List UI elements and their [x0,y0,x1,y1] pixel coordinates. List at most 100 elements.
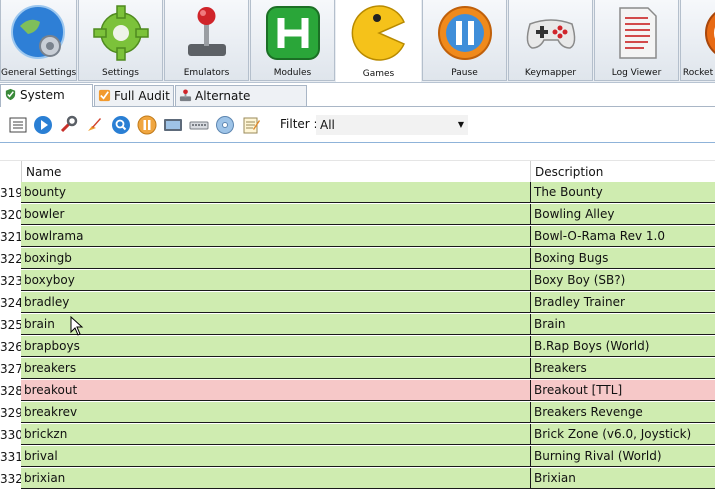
column-header-description[interactable]: Description [530,161,715,182]
tab-settings[interactable]: Settings [78,0,163,81]
tab-label: Rocket [682,68,714,78]
row-number: 327 [0,358,23,380]
row-number: 323 [0,270,23,292]
tab-label: Modules [273,68,312,78]
table-row[interactable]: 328 breakout Breakout [TTL] [0,380,715,402]
disc-icon[interactable] [215,115,235,135]
table-row[interactable]: 327 breakers Breakers [0,358,715,380]
cell-description[interactable]: Boxing Bugs [530,248,715,269]
table-row[interactable]: 331 brival Burning Rival (World) [0,446,715,468]
cell-name[interactable]: breakrev [21,402,530,423]
cell-description[interactable]: Burning Rival (World) [530,446,715,467]
cell-description[interactable]: Brick Zone (v6.0, Joystick) [530,424,715,445]
row-number: 326 [0,336,23,358]
h-module-icon [265,6,320,60]
pause-icon [437,6,492,60]
table-row[interactable]: 332 brixian Brixian [0,468,715,490]
notepad-icon[interactable] [241,115,261,135]
table-row[interactable]: 323 boxyboy Boxy Boy (SB?) [0,270,715,292]
cell-name[interactable]: brain [21,314,530,335]
cell-name[interactable]: boxingb [21,248,530,269]
table-row[interactable]: 321 bowlrama Bowl-O-Rama Rev 1.0 [0,226,715,248]
row-number: 330 [0,424,23,446]
wrench-icon[interactable] [58,115,78,135]
row-number: 328 [0,380,23,402]
cell-description[interactable]: The Bounty [530,182,715,203]
cell-name[interactable]: brickzn [21,424,530,445]
tab-label: Games [362,69,395,79]
spacer [0,143,715,160]
ribbon: General Settings Settings Emulators Modu… [0,0,715,83]
tab-modules[interactable]: Modules [250,0,335,81]
cell-name[interactable]: bounty [21,182,530,203]
chevron-down-icon: ▼ [457,120,464,129]
cell-description[interactable]: Boxy Boy (SB?) [530,270,715,291]
cell-name[interactable]: brival [21,446,530,467]
cell-description[interactable]: B.Rap Boys (World) [530,336,715,357]
tab-emulators[interactable]: Emulators [164,0,249,81]
table-row[interactable]: 326 brapboys B.Rap Boys (World) [0,336,715,358]
toolbar: Filter : All ▼ [0,107,715,143]
shield-check-icon [5,88,16,101]
table-row[interactable]: 330 brickzn Brick Zone (v6.0, Joystick) [0,424,715,446]
row-number: 319 [0,182,23,204]
table-row[interactable]: 319 bounty The Bounty [0,182,715,204]
cell-name[interactable]: boxyboy [21,270,530,291]
audit-icon [98,89,111,102]
tab-rocket-launcher[interactable]: Rocket [680,0,715,81]
cell-description[interactable]: Bowling Alley [530,204,715,225]
mouse-cursor-icon [70,316,84,336]
row-number: 321 [0,226,23,248]
tab-pause[interactable]: Pause [422,0,507,81]
tab-label: Full Audit [114,89,170,103]
cell-name[interactable]: brapboys [21,336,530,357]
cell-description[interactable]: Bowl-O-Rama Rev 1.0 [530,226,715,247]
table-row[interactable]: 322 boxingb Boxing Bugs [0,248,715,270]
tab-label: Pause [451,68,478,78]
cell-description[interactable]: Bradley Trainer [530,292,715,313]
play-icon[interactable] [33,115,53,135]
cell-name[interactable]: bradley [21,292,530,313]
column-header-name[interactable]: Name [21,161,530,182]
table-row[interactable]: 320 bowler Bowling Alley [0,204,715,226]
tab-alternate-emulators[interactable]: Alternate Emulators [175,85,307,123]
tab-keymapper[interactable]: Keymapper [508,0,593,81]
cell-name[interactable]: breakout [21,380,530,401]
row-number: 324 [0,292,23,314]
tab-games[interactable]: Games [336,0,421,82]
tab-label: Emulators [183,68,230,78]
cell-description[interactable]: Breakers [530,358,715,379]
cell-name[interactable]: bowler [21,204,530,225]
cell-name[interactable]: brixian [21,468,530,489]
cell-name[interactable]: breakers [21,358,530,379]
gamepad-icon [526,19,575,49]
cell-description[interactable]: Breakers Revenge [530,402,715,423]
keyboard-icon[interactable] [189,115,209,135]
table-row[interactable]: 329 breakrev Breakers Revenge [0,402,715,424]
cell-description[interactable]: Breakout [TTL] [530,380,715,401]
table-row[interactable]: 325 brain Brain [0,314,715,336]
search-icon[interactable] [111,115,131,135]
globe-gear-icon [10,5,65,59]
monitor-icon[interactable] [163,115,183,135]
cell-name[interactable]: bowlrama [21,226,530,247]
row-number: 322 [0,248,23,270]
rocket-icon[interactable] [84,115,104,135]
row-number: 332 [0,468,23,490]
joystick-icon [187,7,226,56]
filter-label: Filter : [280,117,318,131]
table-row[interactable]: 324 bradley Bradley Trainer [0,292,715,314]
tab-system-audit[interactable]: System Audit [0,84,93,122]
tab-general-settings[interactable]: General Settings [0,0,77,81]
tab-label: Settings [102,68,139,78]
list-icon[interactable] [8,115,28,135]
log-document-icon [618,7,657,59]
row-number: 320 [0,204,23,226]
tab-full-audit[interactable]: Full Audit [94,85,174,106]
cell-description[interactable]: Brain [530,314,715,335]
cell-description[interactable]: Brixian [530,468,715,489]
rocket-launcher-icon [705,12,715,54]
filter-dropdown[interactable]: All ▼ [316,115,468,135]
pause-icon[interactable] [137,115,157,135]
grid-header: Name Description [0,160,715,183]
